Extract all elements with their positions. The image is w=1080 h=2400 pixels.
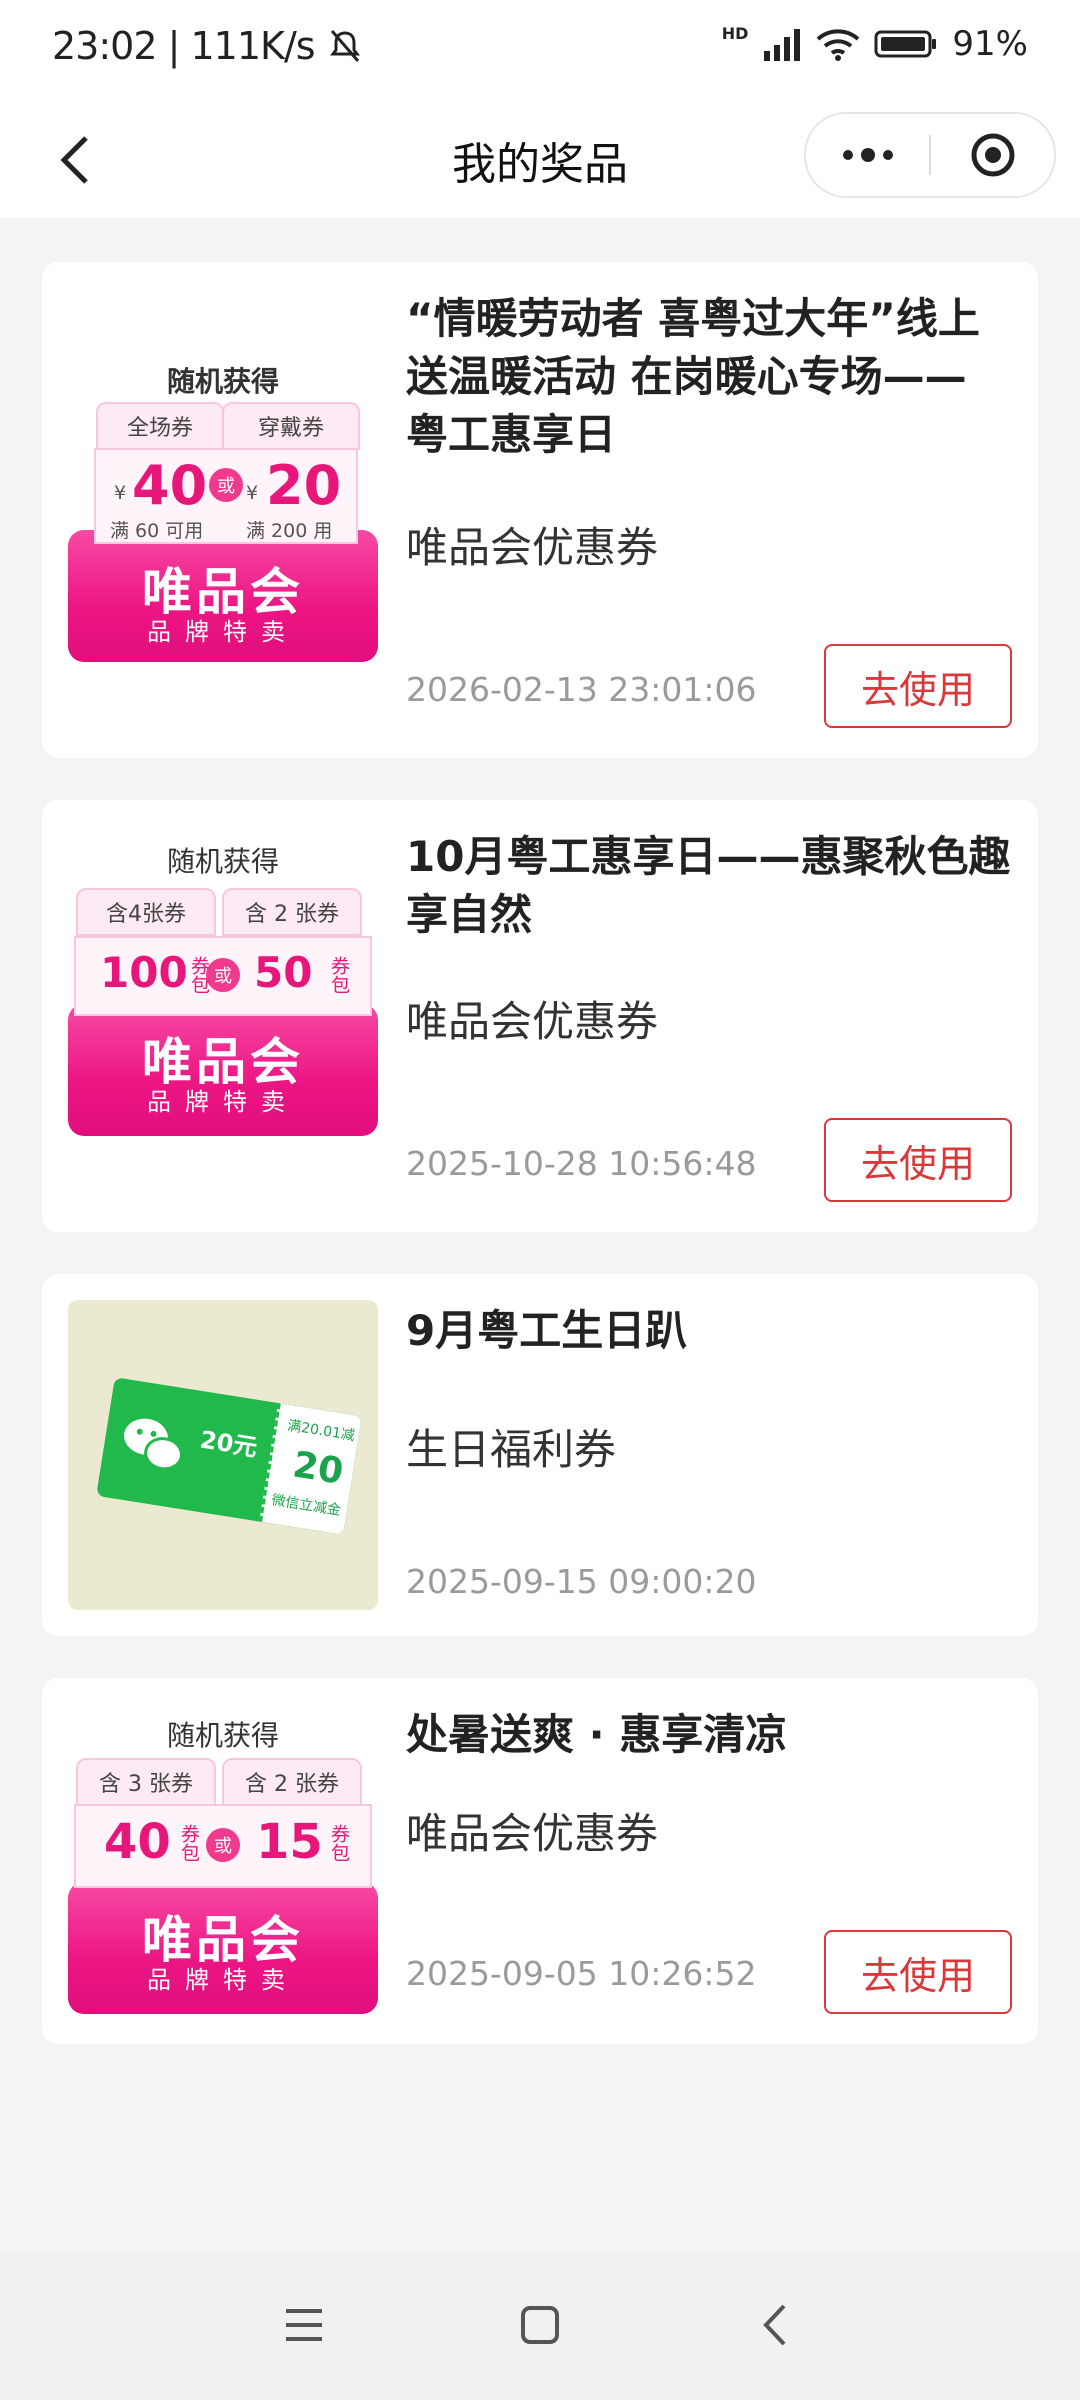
prize-time: 2026-02-13 23:01:06 bbox=[406, 670, 757, 709]
wechat-coupon: 20元 满20.01减 20 微信立减金 bbox=[96, 1377, 362, 1535]
prize-title: 10月粤工惠享日——惠聚秋色趣享自然 bbox=[406, 832, 1011, 939]
status-left: 23:02 | 111K/s bbox=[52, 24, 364, 68]
amount-right: 15 bbox=[256, 1814, 323, 1870]
use-button[interactable]: 去使用 bbox=[824, 644, 1012, 728]
vip-tab-right: 穿戴券 bbox=[222, 402, 360, 450]
prize-card[interactable]: 随机获得 全场券 穿戴券 ¥ 40 满 60 可用 或 ¥ 20 满 200 用… bbox=[42, 262, 1038, 758]
back-triangle-icon bbox=[763, 2304, 786, 2346]
pack-left: 券包 bbox=[178, 1824, 200, 1862]
status-bar: 23:02 | 111K/s HD 91% bbox=[0, 0, 1080, 100]
vip-tab-left: 全场券 bbox=[96, 402, 224, 450]
prize-card[interactable]: 随机获得 含 3 张券 含 2 张券 40 券包 或 15 券包 唯品会 品牌特… bbox=[42, 1678, 1038, 2044]
pack-right: 券包 bbox=[328, 956, 350, 994]
wechat-coupon-label: 微信立减金 bbox=[270, 1492, 342, 1520]
condition-left: 满 60 可用 bbox=[110, 520, 204, 542]
close-miniprogram-button[interactable] bbox=[931, 114, 1054, 196]
nav-bar: 我的奖品 bbox=[0, 100, 1080, 218]
more-button[interactable] bbox=[806, 114, 929, 196]
amount-right: 20 bbox=[266, 454, 342, 517]
vip-head-text: 随机获得 bbox=[166, 365, 279, 398]
prize-card[interactable]: 20元 满20.01减 20 微信立减金 9月粤工生日趴 生日福利券 2025-… bbox=[42, 1274, 1038, 1636]
prize-card[interactable]: 随机获得 含4张券 含 2 张券 100 券包 或 50 券包 唯品会 品牌特卖… bbox=[42, 800, 1038, 1232]
vip-coupons: 40 券包 或 15 券包 bbox=[74, 1804, 372, 1888]
wechat-icon bbox=[124, 1418, 183, 1471]
wechat-coupon-value: 20元 bbox=[198, 1425, 260, 1463]
menu-button[interactable] bbox=[269, 2290, 339, 2360]
or-badge: 或 bbox=[206, 958, 240, 992]
prize-title: “情暖劳动者 喜粤过大年”线上送温暖活动 在岗暖心专场—— 粤工惠享日 bbox=[406, 294, 980, 459]
status-separator: | bbox=[167, 24, 191, 68]
system-nav-bar bbox=[0, 2250, 1080, 2400]
or-badge: 或 bbox=[209, 468, 243, 502]
prize-thumbnail: 随机获得 全场券 穿戴券 ¥ 40 满 60 可用 或 ¥ 20 满 200 用… bbox=[68, 352, 378, 662]
vip-tab-left: 含 3 张券 bbox=[76, 1758, 216, 1806]
more-dots-icon bbox=[842, 148, 893, 162]
or-badge: 或 bbox=[206, 1828, 240, 1862]
amount-right: 50 bbox=[254, 948, 313, 997]
vip-slogan: 品牌特卖 bbox=[147, 1966, 299, 1994]
vip-tab-left: 含4张券 bbox=[76, 888, 216, 936]
prize-type: 唯品会优惠券 bbox=[406, 1809, 659, 1858]
vip-tab-right: 含 2 张券 bbox=[222, 1758, 362, 1806]
home-button[interactable] bbox=[505, 2290, 575, 2360]
battery-percent: 91% bbox=[952, 24, 1028, 64]
prize-type: 唯品会优惠券 bbox=[406, 997, 659, 1046]
prize-thumbnail: 20元 满20.01减 20 微信立减金 bbox=[68, 1300, 378, 1610]
hd-label: HD bbox=[721, 24, 749, 43]
prize-thumbnail: 随机获得 含4张券 含 2 张券 100 券包 或 50 券包 唯品会 品牌特卖 bbox=[68, 826, 378, 1136]
prize-time: 2025-10-28 10:56:48 bbox=[406, 1144, 757, 1183]
home-square-icon bbox=[521, 2306, 559, 2344]
miniprogram-capsule bbox=[804, 112, 1056, 198]
status-time: 23:02 bbox=[52, 24, 158, 68]
target-close-icon bbox=[971, 133, 1014, 177]
prize-type: 唯品会优惠券 bbox=[406, 523, 659, 572]
network-speed: 111K/s bbox=[190, 24, 316, 68]
vip-coupons: 100 券包 或 50 券包 bbox=[74, 936, 372, 1016]
menu-icon bbox=[286, 2309, 322, 2341]
status-right: HD 91% bbox=[722, 24, 1028, 64]
signal-icon bbox=[764, 29, 801, 61]
use-button[interactable]: 去使用 bbox=[824, 1118, 1012, 1202]
vip-head-text: 随机获得 bbox=[166, 845, 279, 878]
mute-icon bbox=[329, 30, 360, 62]
wechat-coupon-condition: 满20.01减 bbox=[286, 1417, 356, 1445]
prize-time: 2025-09-05 10:26:52 bbox=[406, 1954, 757, 1993]
currency-left: ¥ bbox=[114, 482, 127, 504]
wifi-icon bbox=[817, 29, 860, 61]
currency-right: ¥ bbox=[246, 482, 259, 504]
prize-time: 2025-09-15 09:00:20 bbox=[406, 1562, 757, 1601]
wechat-coupon-stub: 满20.01减 20 微信立减金 bbox=[259, 1402, 362, 1535]
prize-type: 生日福利券 bbox=[406, 1425, 617, 1474]
pack-right: 券包 bbox=[328, 1824, 350, 1862]
battery-icon bbox=[874, 30, 937, 58]
amount-left: 40 bbox=[104, 1814, 171, 1870]
amount-left: 40 bbox=[132, 454, 208, 517]
vip-tab-right: 含 2 张券 bbox=[222, 888, 362, 936]
vip-slogan: 品牌特卖 bbox=[147, 618, 299, 646]
vip-head-text: 随机获得 bbox=[166, 1719, 279, 1752]
vip-slogan: 品牌特卖 bbox=[147, 1088, 299, 1116]
amount-left: 100 bbox=[100, 948, 188, 997]
wechat-coupon-amount: 20 bbox=[290, 1444, 347, 1493]
prize-thumbnail: 随机获得 含 3 张券 含 2 张券 40 券包 或 15 券包 唯品会 品牌特… bbox=[68, 1704, 378, 2014]
system-back-button[interactable] bbox=[740, 2290, 810, 2360]
vip-coupons: ¥ 40 满 60 可用 或 ¥ 20 满 200 用 bbox=[94, 448, 358, 544]
condition-right: 满 200 用 bbox=[246, 520, 333, 542]
use-button[interactable]: 去使用 bbox=[824, 1930, 1012, 2014]
prize-title: 9月粤工生日趴 bbox=[406, 1306, 688, 1355]
prize-title: 处暑送爽 · 惠享清凉 bbox=[406, 1710, 788, 1759]
